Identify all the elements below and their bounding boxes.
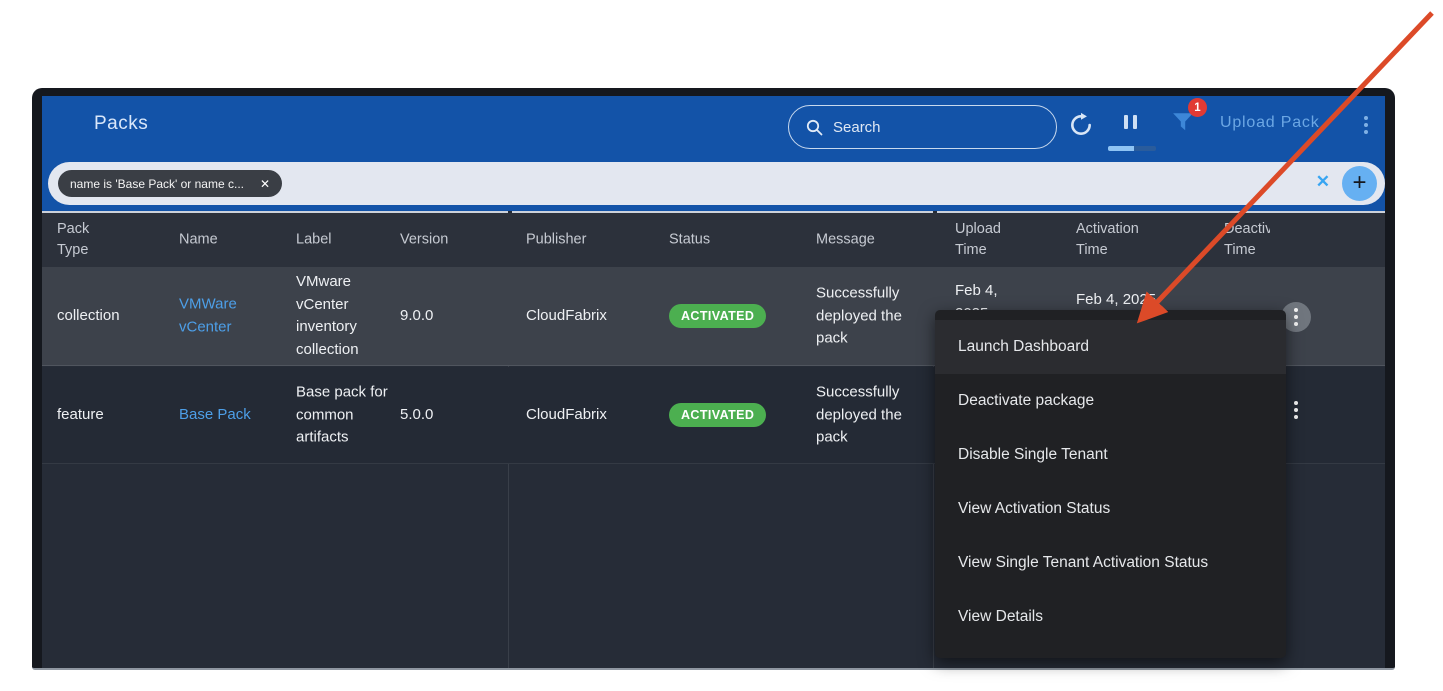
cell-message: Successfully deployed the pack bbox=[816, 381, 921, 449]
clear-filters-button[interactable]: ✕ bbox=[1316, 172, 1330, 192]
row-actions-context-menu: Launch Dashboard Deactivate package Disa… bbox=[935, 310, 1286, 658]
column-header-publisher[interactable]: Publisher bbox=[526, 229, 626, 250]
progress-filled bbox=[1108, 146, 1134, 151]
pack-name-link[interactable]: VMWare vCenter bbox=[179, 296, 237, 336]
cell-publisher: CloudFabrix bbox=[526, 305, 656, 328]
status-badge: ACTIVATED bbox=[669, 403, 766, 427]
cell-label: Base pack for common artifacts bbox=[296, 381, 396, 449]
row-actions-button[interactable] bbox=[1294, 401, 1298, 419]
cell-publisher: CloudFabrix bbox=[526, 404, 656, 427]
refresh-icon bbox=[1068, 112, 1094, 138]
top-toolbar: Packs 1 Upload Pack bbox=[42, 96, 1385, 211]
kebab-icon bbox=[1364, 130, 1368, 134]
menu-item-view-activation-status[interactable]: View Activation Status bbox=[935, 482, 1286, 536]
cell-version: 9.0.0 bbox=[400, 305, 505, 328]
search-box[interactable] bbox=[788, 105, 1057, 149]
table-header-row: Pack Type Name Label Version Publisher S… bbox=[42, 213, 1385, 267]
menu-item-disable-single-tenant[interactable]: Disable Single Tenant bbox=[935, 428, 1286, 482]
cell-message: Successfully deployed the pack bbox=[816, 282, 921, 350]
menu-item-deactivate-package[interactable]: Deactivate package bbox=[935, 374, 1286, 428]
column-header-status[interactable]: Status bbox=[669, 229, 759, 250]
menu-item-view-single-tenant-activation-status[interactable]: View Single Tenant Activation Status bbox=[935, 536, 1286, 590]
add-filter-button[interactable]: + bbox=[1342, 166, 1377, 201]
filter-bar: name is 'Base Pack' or name c... ✕ ✕ + bbox=[48, 162, 1385, 205]
cell-activation-time: Feb 4, 2025 bbox=[1076, 291, 1206, 308]
progress-track bbox=[1134, 146, 1156, 151]
kebab-icon bbox=[1294, 415, 1298, 419]
refresh-button[interactable] bbox=[1068, 112, 1096, 140]
kebab-icon bbox=[1294, 401, 1298, 405]
column-header-upload-time[interactable]: Upload Time bbox=[955, 219, 1025, 261]
toolbar-overflow-menu-button[interactable] bbox=[1364, 116, 1368, 134]
pause-icon bbox=[1124, 115, 1128, 129]
search-icon bbox=[806, 119, 823, 136]
cell-label: VMware vCenter inventory collection bbox=[296, 271, 396, 361]
column-header-pack-type[interactable]: Pack Type bbox=[57, 219, 119, 261]
column-header-label[interactable]: Label bbox=[296, 229, 376, 250]
column-header-activation-time[interactable]: Activation Time bbox=[1076, 219, 1166, 261]
cell-version: 5.0.0 bbox=[400, 404, 505, 427]
filter-count-badge: 1 bbox=[1188, 98, 1207, 117]
refresh-progress-bar bbox=[1108, 146, 1156, 151]
menu-item-launch-dashboard[interactable]: Launch Dashboard bbox=[935, 320, 1286, 374]
menu-item-view-details[interactable]: View Details bbox=[935, 590, 1286, 644]
kebab-icon bbox=[1364, 116, 1368, 120]
pause-icon bbox=[1133, 115, 1137, 129]
filter-chip-label: name is 'Base Pack' or name c... bbox=[70, 177, 244, 191]
filter-chip[interactable]: name is 'Base Pack' or name c... ✕ bbox=[58, 170, 282, 197]
page-title: Packs bbox=[94, 113, 148, 135]
filter-chip-remove-icon[interactable]: ✕ bbox=[260, 177, 270, 191]
kebab-icon bbox=[1294, 308, 1298, 326]
cell-pack-type: feature bbox=[57, 404, 167, 427]
search-input[interactable] bbox=[833, 110, 1033, 144]
cell-pack-type: collection bbox=[57, 305, 167, 328]
kebab-icon bbox=[1364, 123, 1368, 127]
column-header-version[interactable]: Version bbox=[400, 229, 490, 250]
column-header-deactivation-time[interactable]: Deactivation Time bbox=[1224, 219, 1270, 261]
column-header-name[interactable]: Name bbox=[179, 229, 259, 250]
column-header-message[interactable]: Message bbox=[816, 229, 916, 250]
pause-updates-button[interactable] bbox=[1124, 115, 1144, 131]
pack-name-link[interactable]: Base Pack bbox=[179, 406, 251, 423]
status-badge: ACTIVATED bbox=[669, 304, 766, 328]
upload-pack-button[interactable]: Upload Pack bbox=[1220, 114, 1320, 132]
kebab-icon bbox=[1294, 408, 1298, 412]
